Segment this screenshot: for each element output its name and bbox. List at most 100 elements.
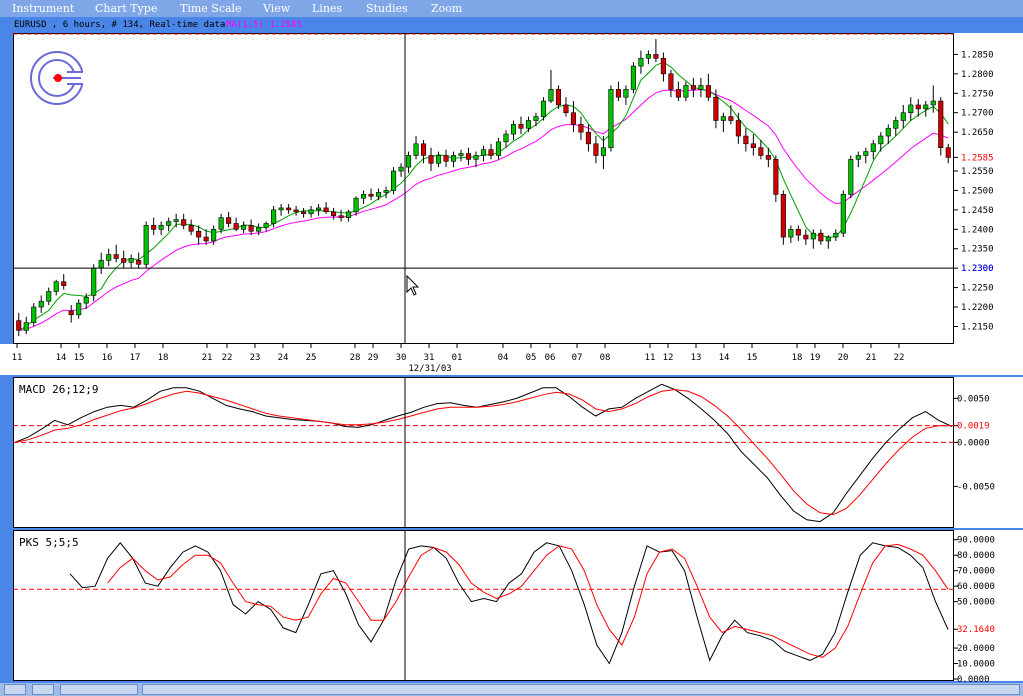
- price-tick-label: 1.2850: [961, 50, 994, 60]
- status-panel: [60, 684, 138, 695]
- candle-body: [683, 85, 689, 98]
- candle-body: [353, 197, 359, 213]
- candle-body: [563, 104, 569, 114]
- candle-body: [518, 124, 524, 129]
- candle-body: [638, 58, 644, 67]
- pks-tick-label: 80.0000: [957, 551, 995, 561]
- price-tick-label: 1.2400: [961, 225, 994, 235]
- candle-body: [720, 116, 726, 121]
- candle-body: [405, 155, 412, 168]
- candle-body: [923, 104, 929, 110]
- candle-body: [98, 260, 104, 269]
- status-button-2[interactable]: [32, 684, 54, 695]
- candle-body: [16, 320, 22, 331]
- candle-body: [593, 143, 599, 156]
- date-tick-label: 31: [424, 353, 435, 363]
- mouse-cursor: [406, 274, 420, 296]
- candle-body: [600, 147, 606, 156]
- macd-signal-line: [14, 389, 952, 516]
- pks-tick-label: 60.0000: [957, 582, 995, 592]
- candle-body: [713, 96, 719, 121]
- pks-tick-label: 32.1640: [957, 625, 995, 635]
- candle-body: [578, 124, 584, 133]
- candle-body: [803, 234, 809, 240]
- candle-body: [286, 207, 292, 211]
- date-tick-label: 13: [691, 353, 702, 363]
- candle-body: [735, 120, 741, 137]
- macd-tick-label: -0.0050: [957, 482, 995, 492]
- candle-body: [818, 232, 824, 242]
- price-tick-label: 1.2500: [961, 186, 994, 196]
- candle-body: [76, 302, 82, 316]
- candle-body: [728, 116, 734, 121]
- candle-body: [938, 100, 944, 148]
- date-tick-label: 08: [600, 353, 611, 363]
- date-tick-label: 18: [792, 353, 803, 363]
- candle-body: [705, 85, 711, 98]
- price-tick-label: 1.2750: [961, 89, 994, 99]
- candle-body: [510, 124, 517, 135]
- macd-tick-label: 0.0000: [957, 438, 990, 448]
- candle-body: [316, 207, 322, 211]
- date-tick-label: 01: [452, 353, 463, 363]
- candle-body: [435, 155, 442, 164]
- candle-body: [420, 143, 427, 156]
- pks-k-line: [69, 542, 949, 665]
- status-button-1[interactable]: [4, 684, 26, 695]
- ma-slow-line: [18, 89, 949, 331]
- candle-body: [181, 219, 187, 226]
- candle-body: [136, 260, 142, 265]
- price-tick-label: 1.2700: [961, 109, 994, 119]
- candle-body: [465, 153, 472, 160]
- status-panel-main: [142, 684, 1020, 695]
- date-tick-label: 16: [102, 353, 113, 363]
- price-tick-label: 1.2450: [961, 206, 994, 216]
- candle-body: [780, 194, 786, 238]
- date-tick-label: 04: [498, 353, 509, 363]
- candle-body: [61, 281, 67, 286]
- date-tick-label: 21: [202, 353, 213, 363]
- candle-body: [151, 225, 157, 230]
- candle-body: [765, 155, 771, 160]
- macd-tick-label: 0.0019: [957, 422, 990, 432]
- date-tick-label: 14: [56, 353, 67, 363]
- candle-body: [900, 112, 906, 121]
- candle-body: [23, 322, 29, 331]
- candle-body: [698, 85, 704, 90]
- ma-fast-line: [18, 61, 949, 331]
- candle-body: [233, 223, 239, 230]
- candle-body: [248, 225, 254, 232]
- candle-body: [338, 215, 344, 218]
- crosshair-date-label: 12/31/03: [408, 364, 451, 374]
- candle-body: [413, 143, 419, 156]
- status-bar: [0, 683, 1023, 696]
- candle-body: [758, 147, 764, 156]
- candle-body: [428, 155, 434, 164]
- candle-body: [750, 143, 756, 148]
- candle-body: [570, 112, 577, 125]
- candle-body: [863, 151, 869, 156]
- candle-body: [263, 223, 269, 228]
- price-tick-label: 1.2150: [961, 322, 994, 332]
- candle-body: [106, 254, 112, 261]
- candle-body: [945, 147, 951, 158]
- pks-tick-label: 10.0000: [957, 660, 995, 670]
- pks-tick-label: 50.0000: [957, 598, 995, 608]
- macd-line: [14, 383, 953, 523]
- candle-body: [840, 194, 846, 234]
- candle-body: [346, 211, 352, 218]
- candle-body: [196, 230, 202, 238]
- candle-body: [218, 217, 224, 230]
- candle-body: [308, 209, 314, 215]
- candle-body: [630, 65, 636, 90]
- candle-body: [398, 166, 404, 172]
- date-tick-label: 18: [158, 353, 169, 363]
- candle-body: [555, 89, 562, 106]
- date-tick-label: 15: [74, 353, 85, 363]
- candle-body: [91, 267, 97, 296]
- date-tick-label: 20: [838, 353, 849, 363]
- date-tick-label: 24: [278, 353, 289, 363]
- candle-body: [825, 236, 831, 242]
- date-tick-label: 23: [250, 353, 261, 363]
- candle-body: [495, 141, 502, 156]
